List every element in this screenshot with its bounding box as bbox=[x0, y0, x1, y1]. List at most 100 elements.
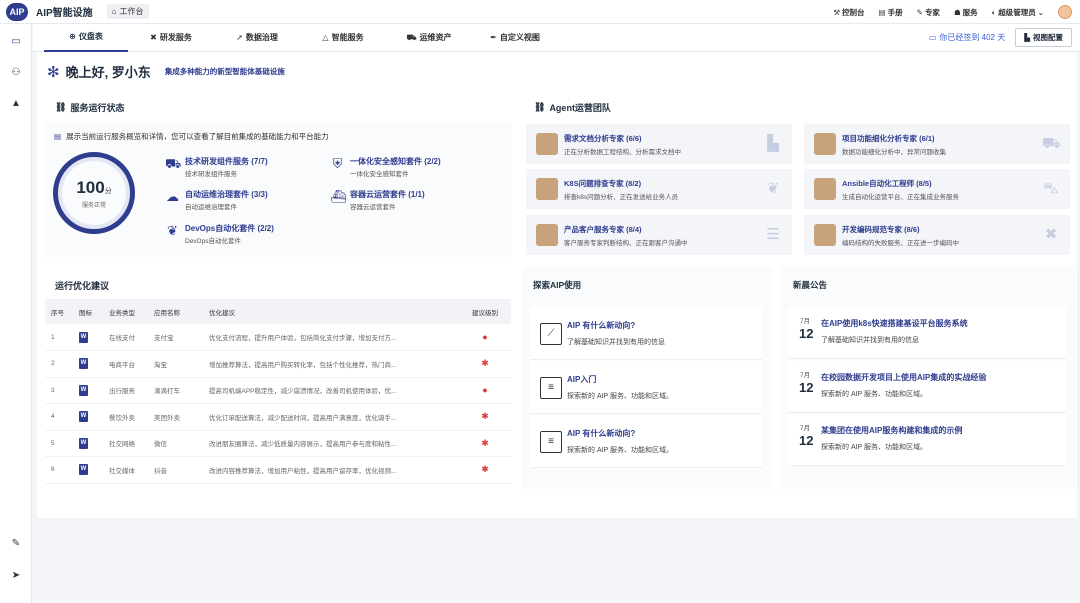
leaf-icon: ❦ bbox=[766, 180, 780, 197]
explore-header: 探索AIP使用 bbox=[533, 280, 582, 290]
agent-avatar bbox=[814, 178, 836, 200]
bug-icon: ✱ bbox=[481, 437, 489, 448]
service-desc: ▤ 展示当前运行服务概览和详情，您可以查看了解目前集成的基础能力和平台能力 bbox=[54, 132, 329, 141]
info-icon: ▤ bbox=[54, 132, 62, 141]
link-icon: ⛓ bbox=[55, 102, 67, 112]
leaf-icon: ❦ bbox=[167, 223, 178, 238]
tab-data-governance[interactable]: ➚ 数据治理 bbox=[214, 24, 300, 52]
service-item[interactable]: ❦ DevOps自动化套件 (2/2) DevOps自动化套件 bbox=[165, 223, 274, 245]
agent-card[interactable]: K8S问题排查专家 (8/2) 排查k8s问题分析、正在发送给业务人员 ❦ bbox=[526, 169, 792, 209]
signin-counter: ▭ 你已经签到 402 天 bbox=[928, 33, 1006, 42]
news-card[interactable]: 7月 12 在AIP使用k8s快速搭建基设平台服务系统 了解基础知识并找到有用的信… bbox=[788, 307, 1066, 359]
send-icon[interactable]: ➤ bbox=[10, 570, 22, 582]
document-icon: ≡ bbox=[540, 377, 562, 399]
config-icon: ▙ bbox=[1024, 33, 1030, 42]
edit-icon[interactable]: ✎ bbox=[10, 538, 22, 550]
main-nav: ⊕ 仪盘表 ✖ 研发服务 ➚ 数据治理 △ 智能服务 ⛟ 运维资产 ✒ 自定义视图 ▭ 你已经… bbox=[33, 24, 1080, 52]
agent-card[interactable]: 开发编码规范专家 (8/6) 编码结构的失败服务、正在进一步编码中 ✖ bbox=[804, 215, 1070, 255]
truck-icon: ⛟ bbox=[1042, 135, 1061, 152]
news-card[interactable]: 7月 12 在校园数据开发项目上使用AIP集成的实战经验 探索新的 AIP 服务、… bbox=[788, 361, 1066, 413]
optimize-table: 序号 图标 业务类型 应用名称 优化建议 建议级别 1 W 在线支付 支付宝 优… bbox=[45, 299, 511, 484]
health-gauge: 100分 服务正常 bbox=[53, 152, 135, 234]
table-row[interactable]: 4 W 餐饮外卖 美团外卖 优化订单配送算法，减少配送时间，提高用户满意度，优化… bbox=[45, 403, 511, 431]
warning-icon[interactable]: ▲ bbox=[10, 98, 22, 110]
monitor-icon[interactable]: ▭ bbox=[10, 36, 22, 48]
bug-icon: ✱ bbox=[481, 464, 489, 475]
rocket-icon: ➚ bbox=[236, 33, 243, 42]
tab-rd-service[interactable]: ✖ 研发服务 bbox=[128, 24, 214, 52]
bug-icon: ✱ bbox=[481, 358, 489, 369]
service-item[interactable]: ⛨ 一体化安全感知套件 (2/2) 一体化安全感知套件 bbox=[330, 156, 441, 178]
document-icon: ▙ bbox=[767, 135, 779, 152]
greeting-text: 晚上好, 罗小东 bbox=[65, 65, 151, 80]
services-icon: ☗ bbox=[953, 7, 961, 17]
sidebar: ▭ ⚇ ▲ ✎ ➤ bbox=[0, 24, 32, 603]
agent-card[interactable]: Ansible自动化工程师 (8/5) 生成自动化运营平台、正在集成业务服务 ⛍ bbox=[804, 169, 1070, 209]
word-doc-icon[interactable]: W bbox=[79, 437, 88, 449]
shield-icon: ⛨ bbox=[332, 156, 343, 171]
tab-smart-service[interactable]: △ 智能服务 bbox=[300, 24, 386, 52]
agent-card[interactable]: 需求文档分析专家 (6/6) 正在分析数据工程结构、分析需求文档中 ▙ bbox=[526, 124, 792, 164]
agent-card[interactable]: 项目功能细化分析专家 (6/1) 数据功能细化分析中、异常问题收集 ⛟ bbox=[804, 124, 1070, 164]
console-link[interactable]: ⚒ 控制台 bbox=[833, 7, 864, 18]
tab-dashboard[interactable]: ⊕ 仪盘表 bbox=[44, 24, 128, 52]
optimize-header: 运行优化建议 bbox=[55, 281, 110, 291]
table-row[interactable]: 6 W 社交媒体 抖音 改进内容推荐算法，增加用户粘性，提高用户留存率，优化视频… bbox=[45, 456, 511, 484]
tab-custom-view[interactable]: ✒ 自定义视图 bbox=[472, 24, 558, 52]
tab-ops-assets[interactable]: ⛟ 运维资产 bbox=[386, 24, 472, 52]
ship-icon: ⛴ bbox=[330, 189, 347, 204]
agent-avatar bbox=[536, 133, 558, 155]
home-icon: ⌂ bbox=[111, 7, 117, 16]
truck-icon: ⛟ bbox=[165, 156, 182, 171]
top-right-menu: ⚒ 控制台 ▤ 手册 ✎ 专家 ☗ 服务 ◐ 超级管理员 ⌄ bbox=[833, 0, 1072, 24]
app-logo[interactable]: AIP bbox=[6, 2, 28, 21]
table-row[interactable]: 5 W 社交网络 微信 改进朋友圈算法，减少低质量内容展示，提高用户参与度和粘性… bbox=[45, 430, 511, 457]
table-row[interactable]: 3 W 出行服务 滴滴打车 提高司机端APP稳定性，减少崩溃情况，改善司机使用体… bbox=[45, 377, 511, 404]
users-icon[interactable]: ⚇ bbox=[10, 67, 22, 79]
user-menu[interactable]: ◐ 超级管理员 ⌄ bbox=[992, 7, 1044, 18]
table-row[interactable]: 1 W 在线支付 支付宝 优化支付流程，提升用户体验，包括简化支付步骤，增加支付… bbox=[45, 324, 511, 351]
table-row[interactable]: 2 W 电商平台 淘宝 增加推荐算法，提高用户购买转化率，包括个性化推荐，热门商… bbox=[45, 350, 511, 378]
console-icon: ⚒ bbox=[833, 7, 841, 17]
manual-icon: ▤ bbox=[878, 7, 886, 17]
explore-card[interactable]: ≡ AIP入门 探索新的 AIP 服务、功能和区域。 bbox=[530, 361, 762, 414]
workbench-tab[interactable]: ⌂ 工作台 bbox=[106, 4, 149, 19]
chevron-down-icon: ⌄ bbox=[1037, 7, 1044, 17]
triangle-icon: △ bbox=[322, 33, 329, 42]
view-config-button[interactable]: ▙ 视图配置 bbox=[1015, 28, 1072, 47]
service-item[interactable]: ⛟ 技术研发组件服务 (7/7) 技术研发组件服务 bbox=[165, 156, 268, 178]
word-doc-icon[interactable]: W bbox=[79, 411, 88, 423]
agent-team-header: ⛓ Agent运营团队 bbox=[534, 102, 611, 113]
service-item[interactable]: ☁ 自动运维治理套件 (3/3) 自动运维治理套件 bbox=[165, 189, 268, 211]
explore-card[interactable]: ≡ AIP 有什么新动向? 探索新的 AIP 服务、功能和区域。 bbox=[530, 415, 762, 468]
news-card[interactable]: 7月 12 某集团在使用AIP服务构建和集成的示例 探索新的 AIP 服务、功能和… bbox=[788, 414, 1066, 466]
document-icon: ≡ bbox=[540, 431, 562, 453]
nav-right: ▭ 你已经签到 402 天 ▙ 视图配置 bbox=[929, 28, 1072, 47]
word-doc-icon[interactable]: W bbox=[79, 331, 88, 343]
service-item[interactable]: ⛴ 容器云运营套件 (1/1) 容器云运营套件 bbox=[330, 189, 425, 211]
link-icon: ⛓ bbox=[534, 102, 546, 112]
word-doc-icon[interactable]: W bbox=[79, 384, 88, 396]
health-status: 服务正常 bbox=[81, 202, 106, 209]
word-doc-icon[interactable]: W bbox=[79, 358, 88, 370]
user-icon: ◐ bbox=[991, 7, 997, 17]
word-doc-icon[interactable]: W bbox=[79, 464, 88, 476]
services-link[interactable]: ☗ 服务 bbox=[954, 7, 978, 18]
calendar-icon: ▭ bbox=[928, 33, 937, 42]
greeting: ✻ 晚上好, 罗小东 集成多种能力的新型智能体基础设施 bbox=[47, 62, 285, 81]
tools-icon: ✖ bbox=[150, 33, 157, 42]
score-unit: 分 bbox=[104, 187, 112, 195]
experts-icon: ✎ bbox=[916, 7, 923, 17]
explore-card[interactable]: ⟋ AIP 有什么新动向? 了解基础知识并找到有用的信息 bbox=[530, 307, 762, 360]
dashboard-icon: ⊕ bbox=[69, 32, 76, 41]
toggle-icon: ☰ bbox=[766, 226, 780, 243]
truck-icon: ⛟ bbox=[406, 32, 417, 42]
agent-card[interactable]: 产品客户服务专家 (8/4) 客户服务专家判断结构、正在跟客户沟通中 ☰ bbox=[526, 215, 792, 255]
agent-avatar bbox=[814, 224, 836, 246]
experts-link[interactable]: ✎ 专家 bbox=[917, 7, 940, 18]
table-header-row: 序号 图标 业务类型 应用名称 优化建议 建议级别 bbox=[45, 299, 511, 324]
avatar[interactable] bbox=[1058, 5, 1072, 19]
pen-icon: ✒ bbox=[490, 33, 497, 42]
manual-link[interactable]: ▤ 手册 bbox=[879, 7, 903, 18]
news-header: 新晨公告 bbox=[793, 280, 828, 290]
